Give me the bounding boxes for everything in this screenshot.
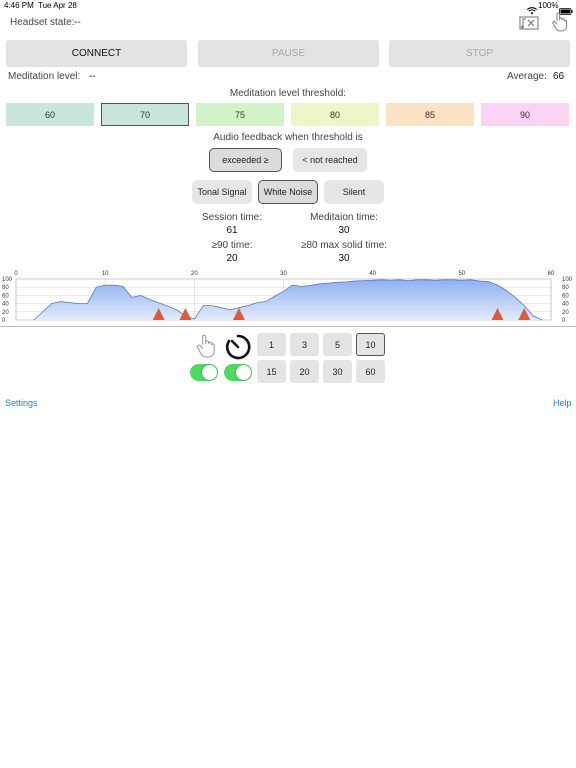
ge90-time-value: 20 <box>226 253 238 264</box>
meditation-time-value: 30 <box>338 225 350 236</box>
meditation-level-label: Meditation level: <box>8 71 81 82</box>
duration-button-20[interactable]: 20 <box>290 360 319 383</box>
average-label: Average: <box>507 71 547 82</box>
meditation-chart: 100 100 80 80 60 60 40 40 20 20 0 0 0 10 20 30 40 50 60 <box>2 271 573 324</box>
connect-button[interactable]: CONNECT <box>6 40 187 67</box>
threshold-option-60[interactable]: 60 <box>6 103 94 126</box>
settings-link[interactable]: Settings <box>5 398 38 408</box>
music-off-icon[interactable] <box>519 14 539 30</box>
hand-toggle[interactable] <box>190 364 218 381</box>
duration-button-5[interactable]: 5 <box>323 333 352 356</box>
battery-icon <box>559 2 573 15</box>
y-tick-label-right: 80 <box>562 285 569 291</box>
y-tick-label-left: 80 <box>2 285 9 291</box>
ge90-time-label: ≥90 time: <box>211 240 253 251</box>
session-time-value: 61 <box>226 225 238 236</box>
threshold-option-90[interactable]: 90 <box>481 103 569 126</box>
wifi-icon <box>526 2 538 15</box>
y-tick-label-left: 20 <box>2 310 9 316</box>
x-tick-label: 30 <box>280 271 287 277</box>
session-time-label: Session time: <box>201 212 263 223</box>
hand-pointer-icon[interactable] <box>550 12 568 32</box>
threshold-option-75[interactable]: 75 <box>196 103 284 126</box>
pause-button[interactable]: PAUSE <box>198 40 379 67</box>
threshold-title: Meditation level threshold: <box>229 88 347 99</box>
feedback-title: Audio feedback when threshold is <box>213 132 363 143</box>
y-tick-label-left: 60 <box>2 293 9 299</box>
y-tick-label-left: 40 <box>2 302 9 308</box>
hand-pointer-icon[interactable] <box>194 333 216 359</box>
duration-button-3[interactable]: 3 <box>290 333 319 356</box>
not-reached-button[interactable]: < not reached <box>293 148 367 172</box>
meditation-time-label: Meditaion time: <box>310 212 378 223</box>
y-tick-label-right: 60 <box>562 293 569 299</box>
x-tick-label: 10 <box>102 271 109 277</box>
silent-button[interactable]: Silent <box>324 180 384 204</box>
stop-button[interactable]: STOP <box>389 40 570 67</box>
y-tick-label-right: 100 <box>562 277 573 283</box>
duration-button-1[interactable]: 1 <box>257 333 286 356</box>
x-tick-label: 20 <box>191 271 198 277</box>
exceeded-button[interactable]: exceeded ≥ <box>209 148 282 172</box>
y-tick-label-left: 100 <box>2 277 13 283</box>
y-tick-label-right: 40 <box>562 302 569 308</box>
y-tick-label-left: 0 <box>2 318 6 324</box>
tonal-signal-button[interactable]: Tonal Signal <box>192 180 252 204</box>
threshold-option-80[interactable]: 80 <box>291 103 379 126</box>
x-tick-label: 50 <box>458 271 465 277</box>
white-noise-button[interactable]: White Noise <box>258 180 318 204</box>
timer-toggle[interactable] <box>224 364 252 381</box>
duration-button-10[interactable]: 10 <box>356 333 385 356</box>
y-tick-label-right: 20 <box>562 310 569 316</box>
series-area <box>33 279 543 320</box>
ge80-max-solid-label: ≥80 max solid time: <box>300 240 388 251</box>
threshold-option-85[interactable]: 85 <box>386 103 474 126</box>
ge80-max-solid-value: 30 <box>338 253 350 264</box>
x-tick-label: 60 <box>548 271 555 277</box>
meditation-level-value: -- <box>89 71 96 82</box>
status-date: Tue Apr 28 <box>38 1 77 10</box>
chart-divider <box>0 326 576 327</box>
status-time: 4:46 PM <box>4 1 34 10</box>
headset-state-value: -- <box>74 17 81 28</box>
y-tick-label-right: 0 <box>562 318 566 324</box>
help-link[interactable]: Help <box>553 398 572 408</box>
duration-button-15[interactable]: 15 <box>257 360 286 383</box>
average-value: 66 <box>553 71 565 82</box>
headset-state-label: Headset state: <box>10 17 75 28</box>
x-tick-label: 40 <box>369 271 376 277</box>
battery-percent: 100% <box>538 1 559 10</box>
duration-button-30[interactable]: 30 <box>323 360 352 383</box>
threshold-option-70[interactable]: 70 <box>101 103 189 126</box>
x-tick-label: 0 <box>14 271 18 277</box>
duration-button-60[interactable]: 60 <box>356 360 385 383</box>
timer-icon[interactable] <box>224 333 252 361</box>
